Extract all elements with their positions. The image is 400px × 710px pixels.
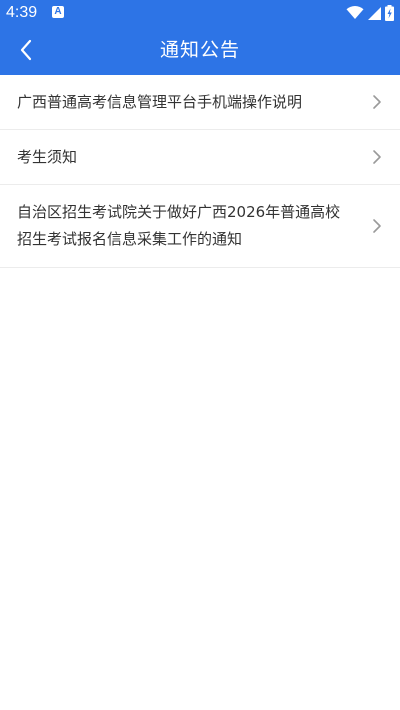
page-title: 通知公告 <box>159 39 240 61</box>
chevron-right-icon <box>373 95 381 109</box>
status-bar: 4:39 A <box>0 0 400 26</box>
notice-title: 自治区招生考试院关于做好广西2026年普通高校招生考试报名信息采集工作的通知 <box>17 203 341 248</box>
notice-item[interactable]: 自治区招生考试院关于做好广西2026年普通高校招生考试报名信息采集工作的通知 <box>0 185 400 268</box>
app-bar: 通知公告 <box>0 26 400 75</box>
notice-list: 广西普通高考信息管理平台手机端操作说明 考生须知 自治区招生考试院关于做好广西2… <box>0 75 400 268</box>
wifi-icon <box>346 6 364 19</box>
notification-icon: A <box>52 6 64 18</box>
battery-charging-icon <box>385 5 394 21</box>
chevron-left-icon <box>20 39 32 61</box>
status-icons <box>346 4 394 22</box>
chevron-right-icon <box>373 150 381 164</box>
status-time: 4:39 <box>6 4 38 21</box>
notice-title: 考生须知 <box>17 147 78 166</box>
back-button[interactable] <box>8 32 44 68</box>
chevron-right-icon <box>373 219 381 233</box>
cell-signal-icon <box>368 6 381 20</box>
notice-item[interactable]: 广西普通高考信息管理平台手机端操作说明 <box>0 75 400 130</box>
notice-item[interactable]: 考生须知 <box>0 130 400 185</box>
notice-title: 广西普通高考信息管理平台手机端操作说明 <box>17 92 303 111</box>
